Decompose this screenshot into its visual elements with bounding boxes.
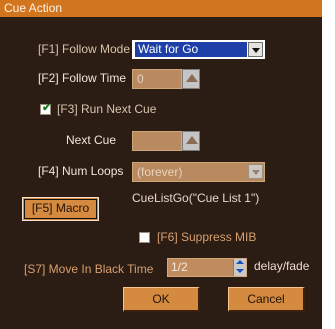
arrow-up-icon — [186, 136, 198, 144]
ok-button[interactable]: OK — [123, 287, 200, 312]
num-loops-value: (forever) — [137, 165, 183, 179]
move-in-black-value: 1/2 — [171, 260, 188, 274]
macro-text: CueListGo("Cue List 1") — [132, 191, 260, 205]
arrow-up-icon — [186, 74, 198, 82]
next-cue-label: Next Cue — [66, 133, 117, 147]
chevron-down-icon — [252, 48, 260, 53]
suppress-mib-checkbox[interactable] — [139, 232, 150, 243]
num-loops-dropdown-button[interactable] — [248, 164, 263, 179]
next-cue-input[interactable] — [132, 131, 182, 151]
move-in-black-input[interactable]: 1/2 — [167, 258, 247, 277]
spin-down-icon — [236, 269, 244, 273]
next-cue-spin-button[interactable] — [182, 131, 200, 151]
follow-time-spin-button[interactable] — [182, 69, 200, 89]
follow-mode-dropdown-button[interactable] — [248, 42, 263, 57]
move-in-black-label: [S7] Move In Black Time — [24, 262, 154, 276]
run-next-cue-checkbox[interactable]: ✔ — [40, 102, 52, 115]
follow-mode-select[interactable]: Wait for Go — [132, 40, 265, 59]
run-next-cue-label: [F3] Run Next Cue — [57, 102, 157, 116]
follow-time-input[interactable]: 0 — [132, 69, 182, 89]
checkmark-icon: ✔ — [42, 102, 52, 114]
cue-action-dialog: Cue Action [F1] Follow Mode Wait for Go … — [0, 0, 335, 329]
move-unit-label: delay/fade — [254, 259, 310, 273]
chevron-down-icon — [252, 170, 260, 175]
cancel-button[interactable]: Cancel — [228, 287, 305, 312]
suppress-mib-label: [F6] Suppress MIB — [157, 230, 257, 244]
follow-time-label: [F2] Follow Time — [38, 71, 127, 85]
move-in-black-spinner[interactable] — [233, 259, 246, 276]
follow-mode-label: [F1] Follow Mode — [38, 42, 131, 56]
macro-button[interactable]: [F5] Macro — [22, 197, 99, 221]
dialog-title: Cue Action — [0, 0, 322, 17]
num-loops-select[interactable]: (forever) — [132, 162, 265, 182]
spin-up-icon — [236, 260, 244, 264]
right-gutter — [322, 0, 335, 329]
follow-mode-value: Wait for Go — [135, 42, 247, 57]
num-loops-label: [F4] Num Loops — [38, 164, 124, 178]
